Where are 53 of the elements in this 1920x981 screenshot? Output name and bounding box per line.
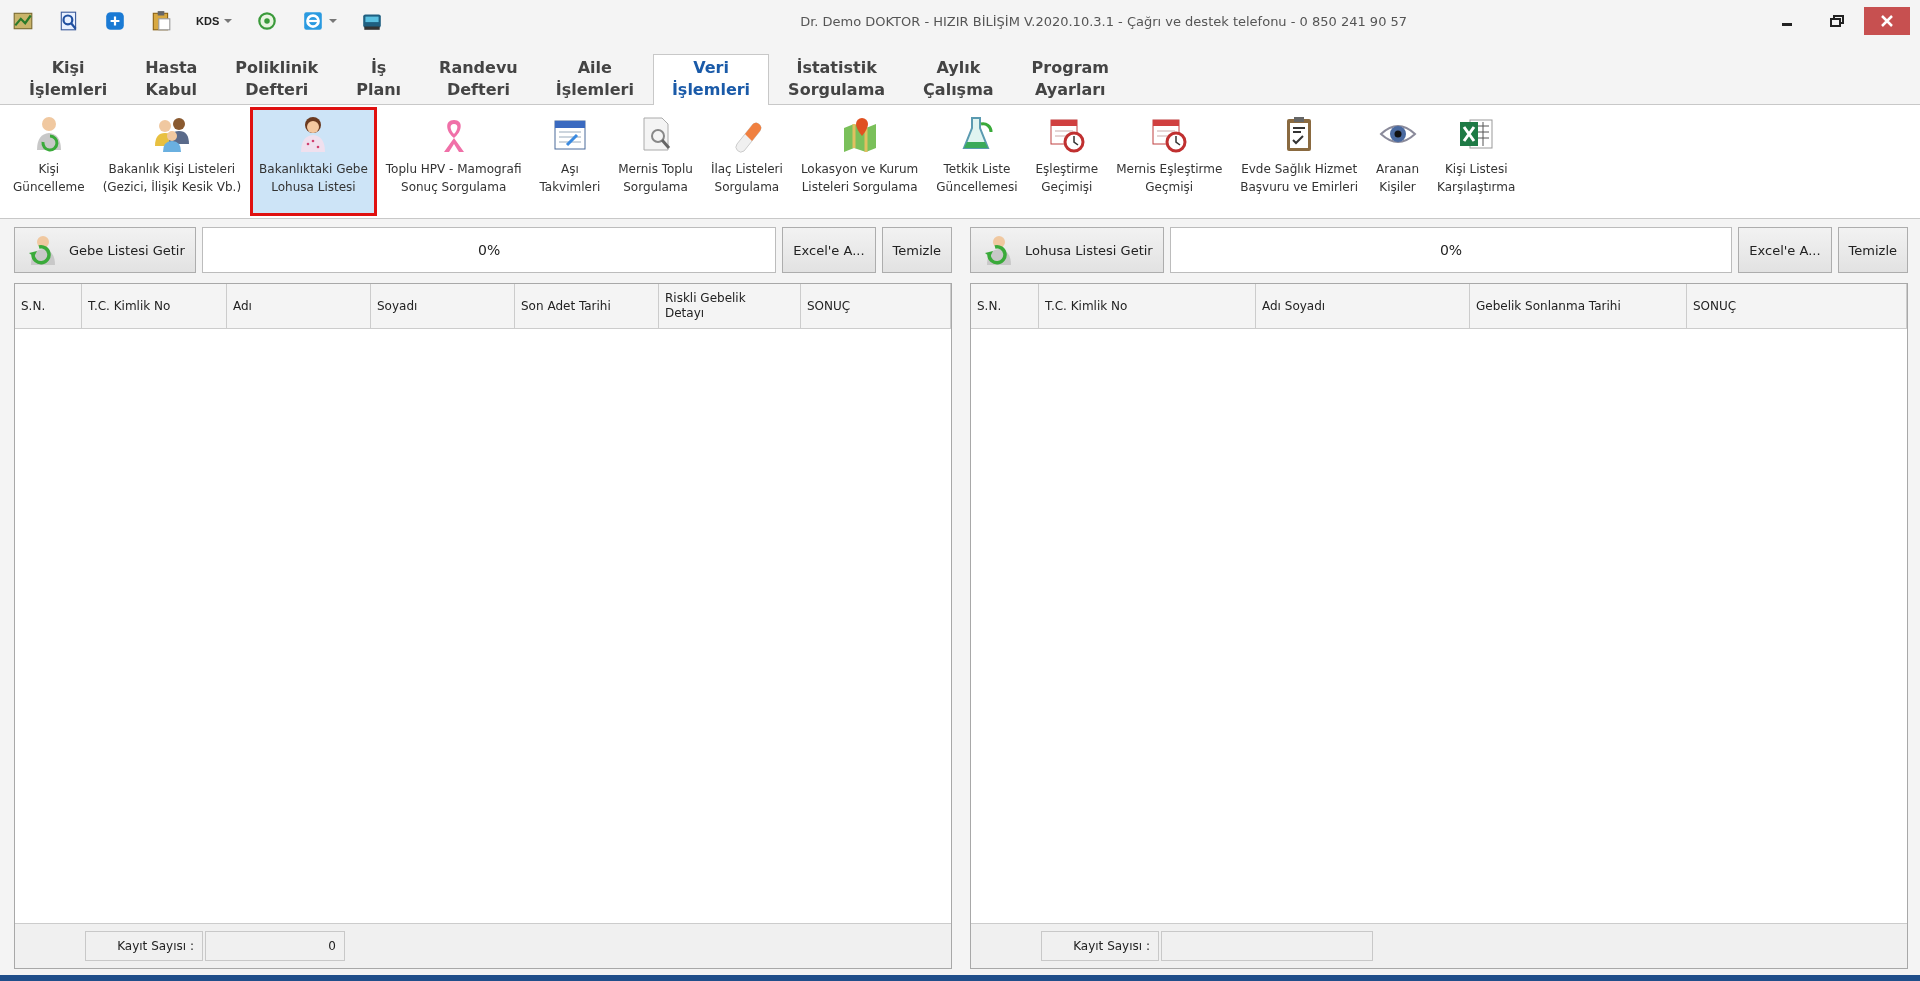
record-count-label: Kayıt Sayısı :: [85, 931, 203, 961]
toolbar-button[interactable]: Mernis Toplu Sorgulama: [609, 107, 702, 216]
ribbon-tab[interactable]: Kişi İşlemleri: [10, 54, 127, 105]
toolbar-button[interactable]: Bakanlık Kişi Listeleri (Gezici, İlişik Kesik Vb.): [93, 107, 251, 216]
toolbar-button[interactable]: Aşı Takvimleri: [530, 107, 610, 216]
record-count-field: 0: [205, 931, 345, 961]
toolbar-button[interactable]: Aranan Kişiler: [1367, 107, 1429, 216]
toolbar-button[interactable]: Evde Sağlık Hizmet Başvuru ve Emirleri: [1231, 107, 1367, 216]
toolbar-button[interactable]: Bakanlıktaki Gebe Lohusa Listesi: [250, 107, 377, 216]
toolbar-button[interactable]: Tetkik Liste Güncellemesi: [927, 107, 1027, 216]
caret-icon[interactable]: [224, 18, 233, 24]
column-header[interactable]: Son Adet Tarihi: [515, 284, 659, 328]
column-header[interactable]: Riskli Gebelik Detayı: [659, 284, 801, 328]
ribbon-tab[interactable]: Randevu Defteri: [420, 54, 537, 105]
column-header[interactable]: Gebelik Sonlanma Tarihi: [1470, 284, 1687, 328]
column-header[interactable]: Adı: [227, 284, 371, 328]
toolbar-button[interactable]: Mernis Eşleştirme Geçmişi: [1107, 107, 1232, 216]
toolbar-button[interactable]: Toplu HPV - Mamografi Sonuç Sorgulama: [376, 107, 531, 216]
toolbar-button[interactable]: Eşleştirme Geçimişi: [1026, 107, 1108, 216]
clear-button[interactable]: Temizle: [881, 227, 952, 273]
excel-export-button[interactable]: Excel'e A...: [1738, 227, 1832, 273]
clear-button[interactable]: Temizle: [1837, 227, 1908, 273]
ribbon-tab[interactable]: İş Planı: [337, 54, 421, 105]
progress-reading: 0%: [1439, 242, 1463, 258]
clipboard-icon[interactable]: [150, 10, 172, 32]
progress-reading: 0%: [477, 242, 501, 258]
toolbar-button[interactable]: Kişi Güncelleme: [4, 107, 94, 216]
toolbar-button[interactable]: İlaç Listeleri Sorgulama: [701, 107, 792, 216]
column-header[interactable]: SONUÇ: [801, 284, 951, 328]
ribbon-tab[interactable]: Program Ayarları: [1012, 54, 1129, 105]
close-icon[interactable]: [1864, 7, 1910, 35]
column-header[interactable]: Soyadı: [371, 284, 515, 328]
toolbar-button[interactable]: Kişi Listesi Karşılaştırma: [1428, 107, 1525, 216]
fetch-list-button[interactable]: Lohusa Listesi Getir: [970, 227, 1164, 273]
ribbon-tab[interactable]: Aile İşlemleri: [536, 54, 653, 105]
ribbon-tab[interactable]: Veri İşlemleri: [652, 54, 770, 105]
excel-export-button[interactable]: Excel'e A...: [782, 227, 876, 273]
caret-icon[interactable]: [329, 18, 338, 24]
record-count-label: Kayıt Sayısı :: [1041, 931, 1159, 961]
column-header[interactable]: SONUÇ: [1687, 284, 1907, 328]
ribbon-tab[interactable]: Poliklinik Defteri: [216, 54, 338, 105]
column-header[interactable]: T.C. Kimlik No: [82, 284, 227, 328]
window-title: Dr. Demo DOKTOR - HIZIR BİLİŞİM V.2020.10.3.1 - Çağrı ve destek telefonu - 0 850 241 90 57: [799, 13, 1409, 29]
kds-label[interactable]: KDS: [196, 15, 220, 27]
toolbar-button[interactable]: Lokasyon ve Kurum Listeleri Sorgulama: [791, 107, 928, 216]
column-header[interactable]: Adı Soyadı: [1256, 284, 1470, 328]
ribbon-tab[interactable]: İstatistik Sorgulama: [769, 54, 905, 105]
fetch-list-button[interactable]: Gebe Listesi Getir: [14, 227, 196, 273]
column-header[interactable]: S.N.: [971, 284, 1039, 328]
ribbon-tab[interactable]: Aylık Çalışma: [904, 54, 1013, 105]
column-header[interactable]: T.C. Kimlik No: [1039, 284, 1256, 328]
ribbon-tab[interactable]: Hasta Kabul: [126, 54, 217, 105]
column-header[interactable]: S.N.: [15, 284, 82, 328]
